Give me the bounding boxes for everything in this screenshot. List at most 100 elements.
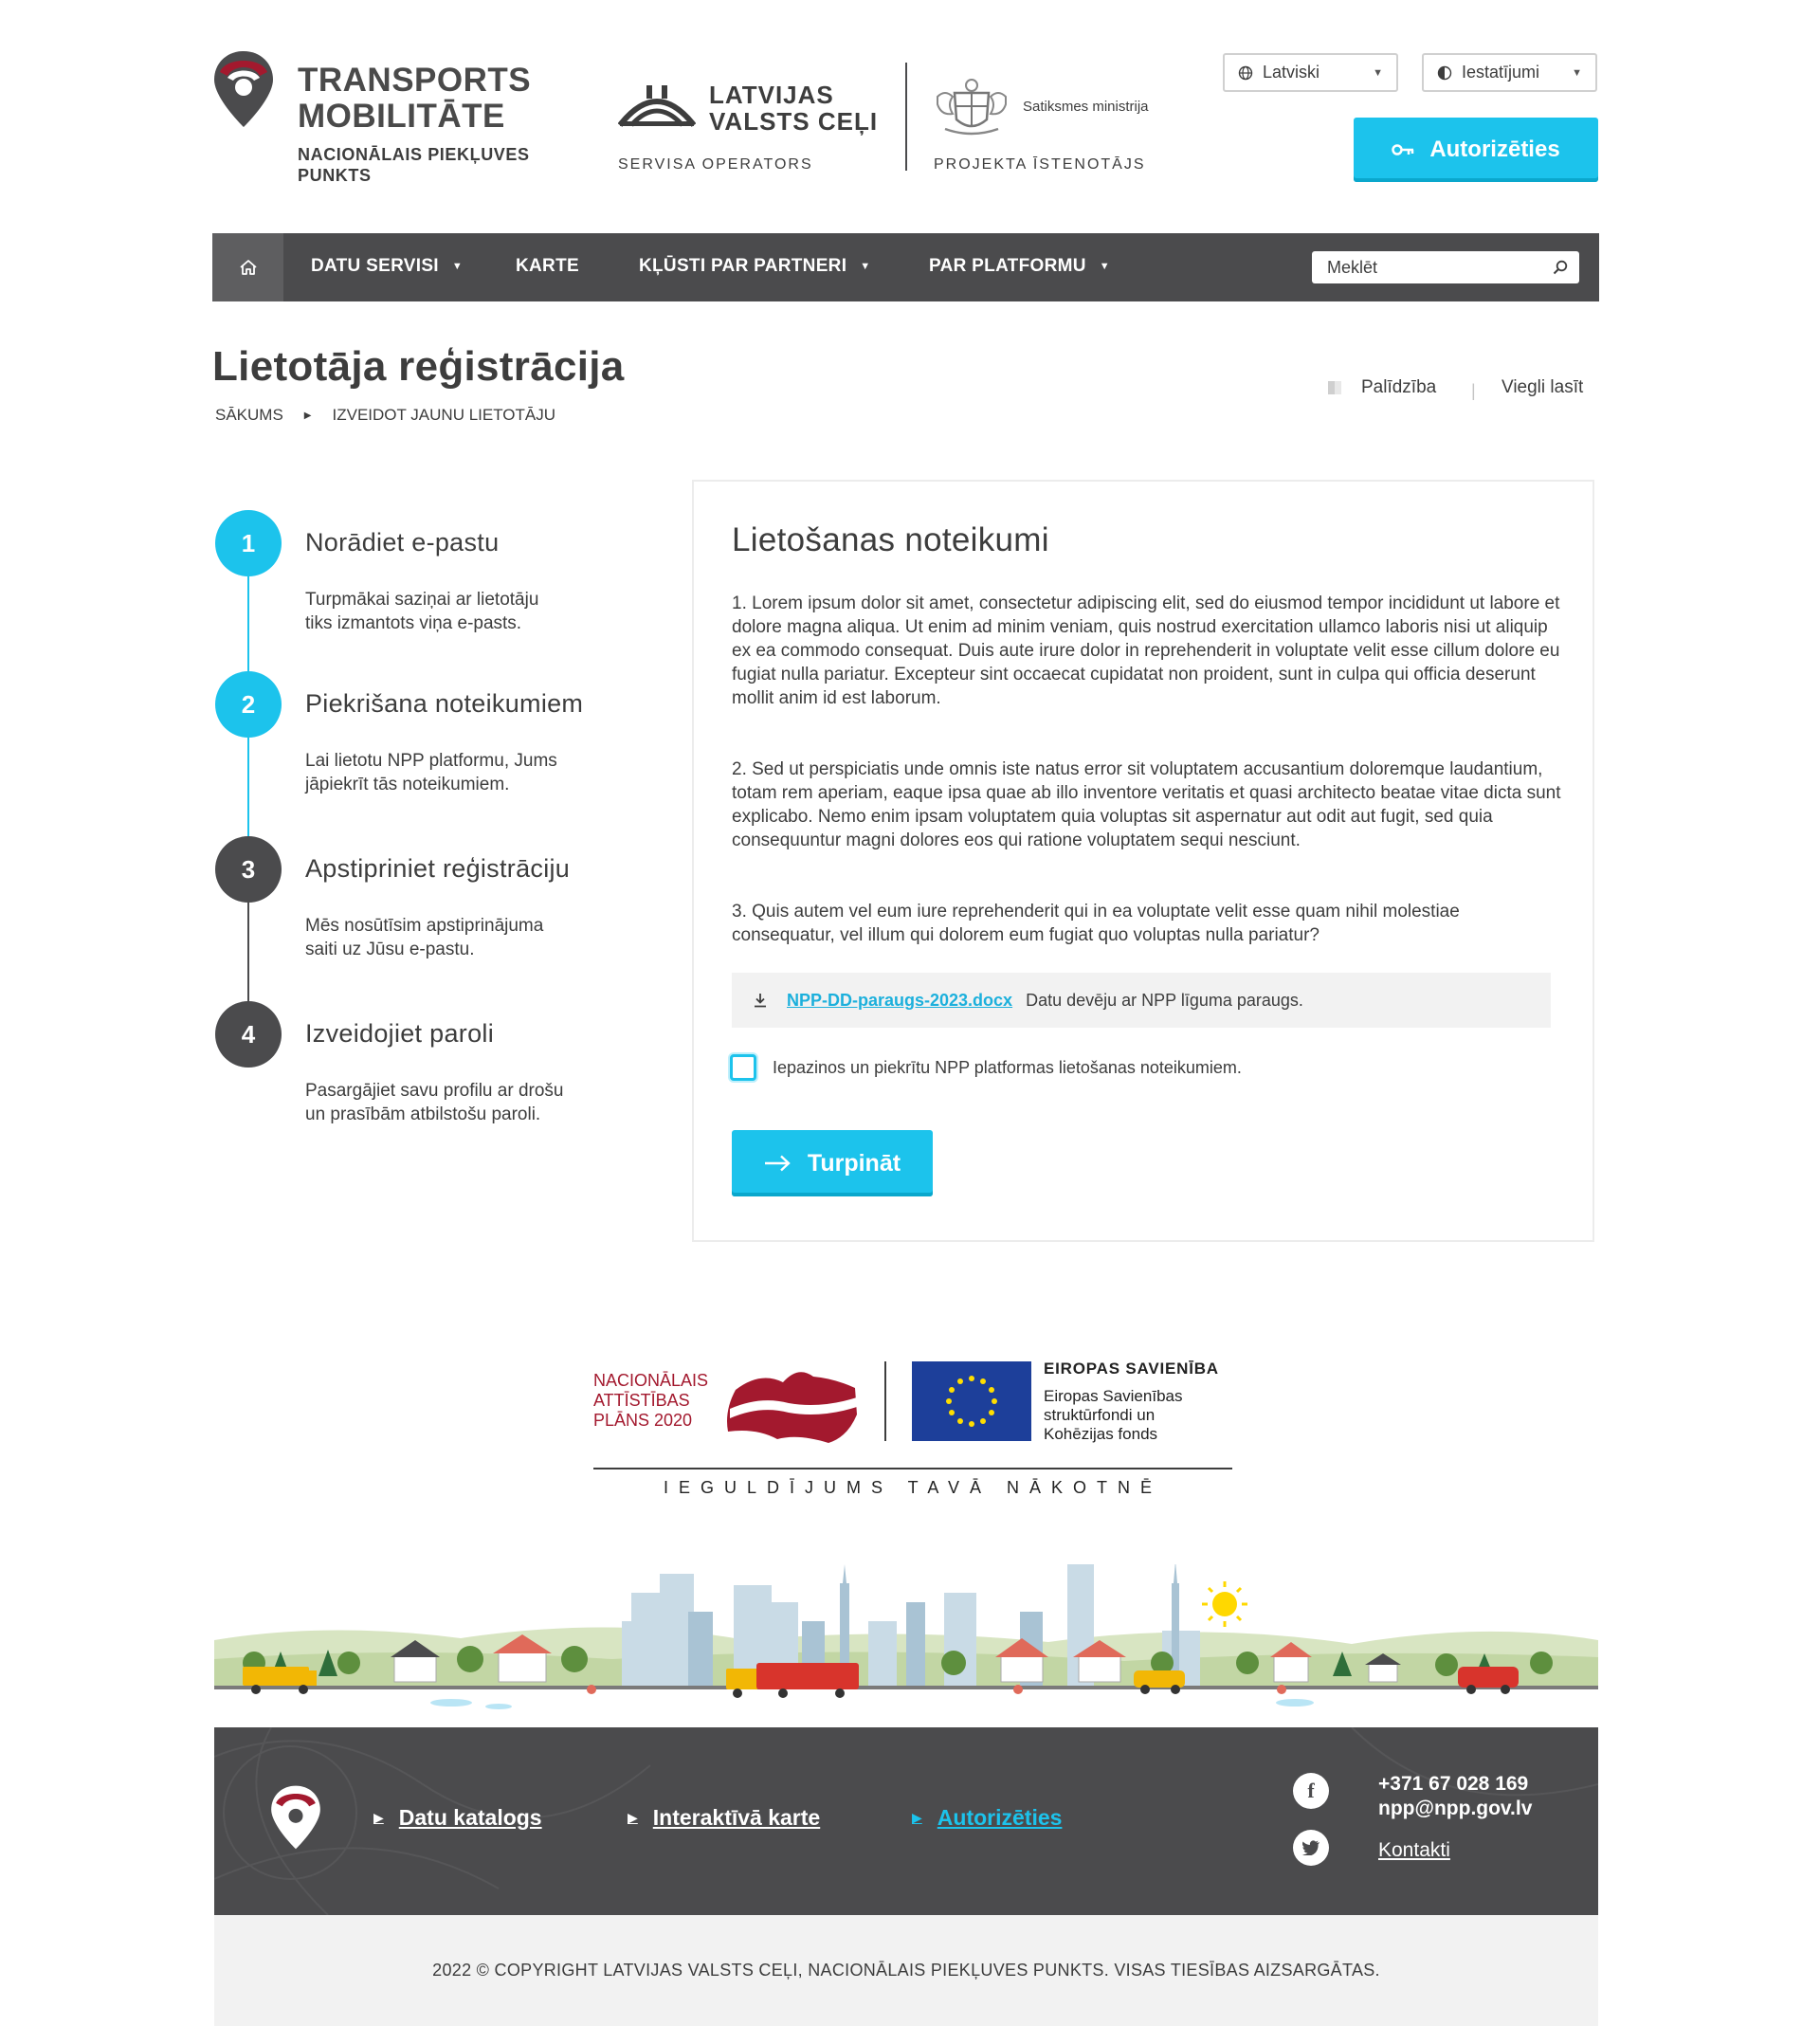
triangle-right-icon: ▶ — [628, 1810, 638, 1825]
brand-logo[interactable]: TRANSPORTS MOBILITĀTE NACIONĀLAIS PIEKĻU… — [212, 49, 563, 192]
globe-icon — [1238, 65, 1253, 80]
copyright-text: 2022 © COPYRIGHT LATVIJAS VALSTS CEĻI, N… — [432, 1961, 1380, 1980]
nav-item-map[interactable]: KARTE — [516, 256, 579, 277]
latvia-map-flag-icon — [727, 1372, 857, 1443]
operator-caption: SERVISA OPERATORS — [618, 156, 813, 173]
eu-line: Kohēzijas fonds — [1044, 1425, 1158, 1443]
terms-card: Lietošanas noteikumi 1. Lorem ipsum dolo… — [692, 480, 1594, 1242]
coat-of-arms-icon — [937, 79, 1007, 136]
home-icon — [239, 260, 257, 275]
file-description: Datu devēju ar NPP līguma paraugs. — [1026, 990, 1303, 1010]
step-desc-line: Turpmākai saziņai ar lietotāju — [305, 590, 539, 610]
breadcrumb-current: IZVEIDOT JAUNU LIETOTĀJU — [332, 406, 556, 424]
footer-logo-pin-icon[interactable] — [269, 1784, 322, 1851]
operator-name-line2: VALSTS CEĻI — [709, 107, 879, 136]
nav-item-become-partner[interactable]: KĻŪSTI PAR PARTNERI ▼ — [639, 256, 870, 277]
step-4-circle: 4 — [215, 1001, 282, 1068]
step-1-circle: 1 — [215, 510, 282, 576]
operator-logo: LATVIJAS VALSTS CEĻI SERVISA OPERATORS — [618, 76, 883, 180]
triangle-right-icon: ▶ — [373, 1810, 384, 1825]
key-icon — [1392, 144, 1414, 155]
road-bridge-icon — [618, 85, 696, 127]
footer-link-label: Datu katalogs — [398, 1805, 542, 1830]
eu-line: Eiropas Savienības — [1044, 1387, 1183, 1405]
funding-divider — [884, 1361, 886, 1441]
brand-title-line1: TRANSPORTS — [298, 62, 532, 99]
step-connector — [247, 903, 249, 1003]
step-desc-line: jāpiekrīt tās noteikumiem. — [305, 775, 510, 794]
implementer-logo: Satiksmes ministrija PROJEKTA ĪSTENOTĀJS — [934, 76, 1180, 180]
arrow-right-icon — [764, 1155, 791, 1172]
divider: | — [1471, 381, 1476, 400]
continue-button[interactable]: Turpināt — [732, 1130, 933, 1196]
footer-contacts-link[interactable]: Kontakti — [1378, 1839, 1450, 1862]
step-2-desc: Lai lietotu NPP platformu, Jums jāpiekrī… — [305, 749, 557, 796]
step-1-desc: Turpmākai saziņai ar lietotāju tiks izma… — [305, 588, 538, 635]
authorize-button[interactable]: Autorizēties — [1354, 118, 1598, 182]
nav-home[interactable] — [212, 233, 283, 301]
step-2-circle: 2 — [215, 671, 282, 738]
main-nav: DATU SERVISI ▼ KARTE KĻŪSTI PAR PARTNERI… — [212, 233, 1599, 301]
chevron-down-icon: ▼ — [1099, 261, 1110, 272]
nav-item-label: DATU SERVISI — [311, 256, 439, 276]
step-1-title: Norādiet e-pastu — [305, 528, 500, 557]
nav-item-about-platform[interactable]: PAR PLATFORMU ▼ — [929, 256, 1110, 277]
step-desc-line: Pasargājiet savu profilu ar drošu — [305, 1081, 564, 1101]
help-label: Palīdzība — [1361, 377, 1437, 397]
footer-email[interactable]: npp@npp.gov.lv — [1378, 1798, 1532, 1820]
page-title: Lietotāja reģistrācija — [212, 343, 625, 390]
chevron-down-icon: ▼ — [1572, 66, 1582, 79]
step-desc-line: Mēs nosūtīsim apstiprinājuma — [305, 916, 544, 936]
search-input[interactable]: Meklēt — [1327, 258, 1553, 278]
terms-heading: Lietošanas noteikumi — [732, 521, 1049, 558]
easy-read-link[interactable]: Viegli lasīt — [1502, 377, 1583, 398]
terms-checkbox[interactable] — [730, 1054, 756, 1081]
implementer-name: Satiksmes ministrija — [1023, 99, 1149, 115]
chevron-down-icon: ▼ — [1373, 66, 1383, 79]
breadcrumb-separator-icon: ▶ — [303, 410, 312, 421]
step-3-circle: 3 — [215, 836, 282, 903]
help-doc-icon — [1328, 381, 1341, 394]
eu-flag-icon — [912, 1361, 1031, 1441]
operator-name-line1: LATVIJAS — [709, 81, 834, 109]
footer-link-data-catalog[interactable]: ▶ Datu katalogs — [373, 1805, 542, 1831]
search-icon[interactable] — [1553, 260, 1568, 275]
site-footer: ▶ Datu katalogs ▶ Interaktīvā karte ▶ Au… — [214, 1727, 1598, 1915]
download-icon[interactable] — [753, 993, 768, 1008]
cityscape-illustration — [214, 1564, 1598, 1709]
nap-line: PLĀNS 2020 — [593, 1411, 693, 1430]
footer-link-label: Interaktīvā karte — [652, 1805, 821, 1830]
breadcrumb-home[interactable]: SĀKUMS — [215, 406, 283, 425]
nap-line: ATTĪSTĪBAS — [593, 1391, 690, 1410]
terms-checkbox-label[interactable]: Iepazinos un piekrītu NPP platformas lie… — [773, 1058, 1242, 1078]
nap-line: NACIONĀLAIS — [593, 1371, 709, 1390]
header-divider — [905, 63, 907, 171]
location-pin-icon — [214, 51, 273, 127]
step-desc-line: un prasībām atbilstošu paroli. — [305, 1104, 541, 1124]
file-download-link[interactable]: NPP-DD-paraugs-2023.docx — [787, 991, 1012, 1011]
help-link[interactable]: Palīdzība — [1327, 377, 1436, 398]
chevron-down-icon: ▼ — [860, 261, 871, 272]
step-3-title: Apstipriniet reģistrāciju — [305, 854, 571, 883]
footer-link-interactive-map[interactable]: ▶ Interaktīvā karte — [628, 1805, 820, 1831]
brand-subtitle-line1: NACIONĀLAIS PIEKĻUVES — [298, 145, 530, 164]
funding-rule — [593, 1468, 1232, 1469]
footer-phone[interactable]: +371 67 028 169 — [1378, 1773, 1528, 1796]
nav-item-label: PAR PLATFORMU — [929, 256, 1086, 276]
chevron-down-icon: ▼ — [451, 261, 464, 272]
step-4-title: Izveidojiet paroli — [305, 1019, 495, 1048]
nav-item-label: KĻŪSTI PAR PARTNERI — [639, 256, 847, 276]
brand-title-line2: MOBILITĀTE — [298, 98, 505, 135]
search-box[interactable]: Meklēt — [1312, 251, 1579, 283]
facebook-icon[interactable]: f — [1293, 1773, 1329, 1809]
footer-link-authorize[interactable]: ▶ Autorizēties — [912, 1805, 1062, 1831]
twitter-icon[interactable] — [1293, 1830, 1329, 1866]
language-select[interactable]: Latviski ▼ — [1223, 53, 1398, 92]
settings-select[interactable]: Iestatījumi ▼ — [1422, 53, 1597, 92]
footer-link-label: Autorizēties — [937, 1805, 1063, 1830]
file-attachment: NPP-DD-paraugs-2023.docx Datu devēju ar … — [732, 973, 1551, 1028]
authorize-label: Autorizēties — [1429, 137, 1560, 162]
nav-item-data-services[interactable]: DATU SERVISI ▼ — [311, 256, 463, 277]
step-desc-line: tiks izmantots viņa e-pasts. — [305, 613, 522, 633]
terms-paragraph-1: 1. Lorem ipsum dolor sit amet, consectet… — [732, 593, 1560, 708]
